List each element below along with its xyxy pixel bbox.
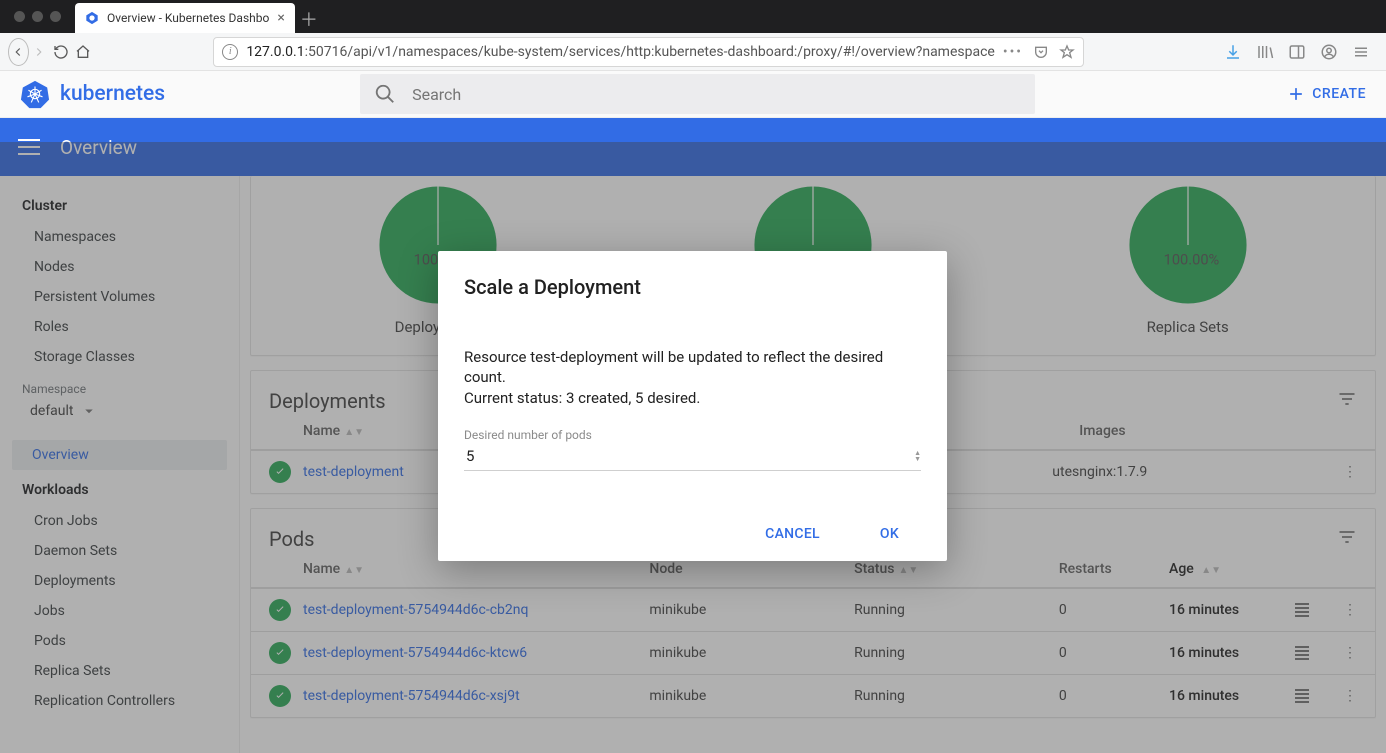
downloads-icon[interactable]: [1224, 43, 1242, 61]
forward-button[interactable]: [29, 37, 51, 67]
create-label: CREATE: [1312, 86, 1366, 102]
url-text: 127.0.0.1:50716/api/v1/namespaces/kube-s…: [246, 44, 995, 60]
scale-deployment-dialog: Scale a Deployment Resource test-deploym…: [438, 251, 947, 561]
desired-pods-input[interactable]: [464, 446, 914, 466]
browser-tabstrip: Overview - Kubernetes Dashbo × ＋: [0, 0, 1386, 33]
create-button[interactable]: CREATE: [1286, 84, 1366, 104]
cancel-button[interactable]: CANCEL: [759, 525, 826, 543]
kubernetes-favicon-icon: [85, 11, 99, 25]
window-max-dot[interactable]: [50, 11, 61, 22]
search-input[interactable]: [410, 84, 1021, 105]
app-logo[interactable]: kubernetes: [20, 79, 165, 109]
field-label: Desired number of pods: [464, 428, 921, 442]
reload-button[interactable]: [50, 37, 72, 67]
browser-tab-title: Overview - Kubernetes Dashbo: [107, 11, 269, 25]
browser-toolbar: i 127.0.0.1:50716/api/v1/namespaces/kube…: [0, 33, 1386, 71]
window-close-dot[interactable]: [14, 11, 25, 22]
search-icon: [374, 83, 396, 105]
bookmark-star-icon[interactable]: [1059, 44, 1075, 60]
url-bar[interactable]: i 127.0.0.1:50716/api/v1/namespaces/kube…: [213, 37, 1084, 67]
dialog-body: Resource test-deployment will be updated…: [464, 347, 921, 408]
library-icon[interactable]: [1256, 43, 1274, 61]
more-url-icon[interactable]: •••: [1003, 44, 1023, 60]
plus-icon: [1286, 84, 1306, 104]
window-min-dot[interactable]: [32, 11, 43, 22]
tab-close-icon[interactable]: ×: [277, 10, 284, 26]
new-tab-button[interactable]: ＋: [295, 5, 323, 33]
number-stepper-icon[interactable]: ▲▼: [914, 450, 921, 462]
site-info-icon[interactable]: i: [222, 44, 238, 60]
kubernetes-logo-icon: [20, 79, 50, 109]
browser-tab[interactable]: Overview - Kubernetes Dashbo ×: [75, 3, 295, 33]
desired-pods-field[interactable]: ▲▼: [464, 442, 921, 471]
dialog-title: Scale a Deployment: [464, 275, 921, 299]
sidebar-icon[interactable]: [1288, 43, 1306, 61]
home-button[interactable]: [72, 37, 94, 67]
window-controls: [0, 11, 75, 22]
account-icon[interactable]: [1320, 43, 1338, 61]
pocket-icon[interactable]: [1033, 44, 1049, 60]
app-header: kubernetes CREATE: [0, 71, 1386, 118]
menu-icon[interactable]: [1352, 43, 1370, 61]
back-button[interactable]: [8, 38, 29, 66]
app-brand-text: kubernetes: [60, 82, 165, 106]
ok-button[interactable]: OK: [874, 525, 905, 543]
search-box[interactable]: [360, 74, 1035, 114]
